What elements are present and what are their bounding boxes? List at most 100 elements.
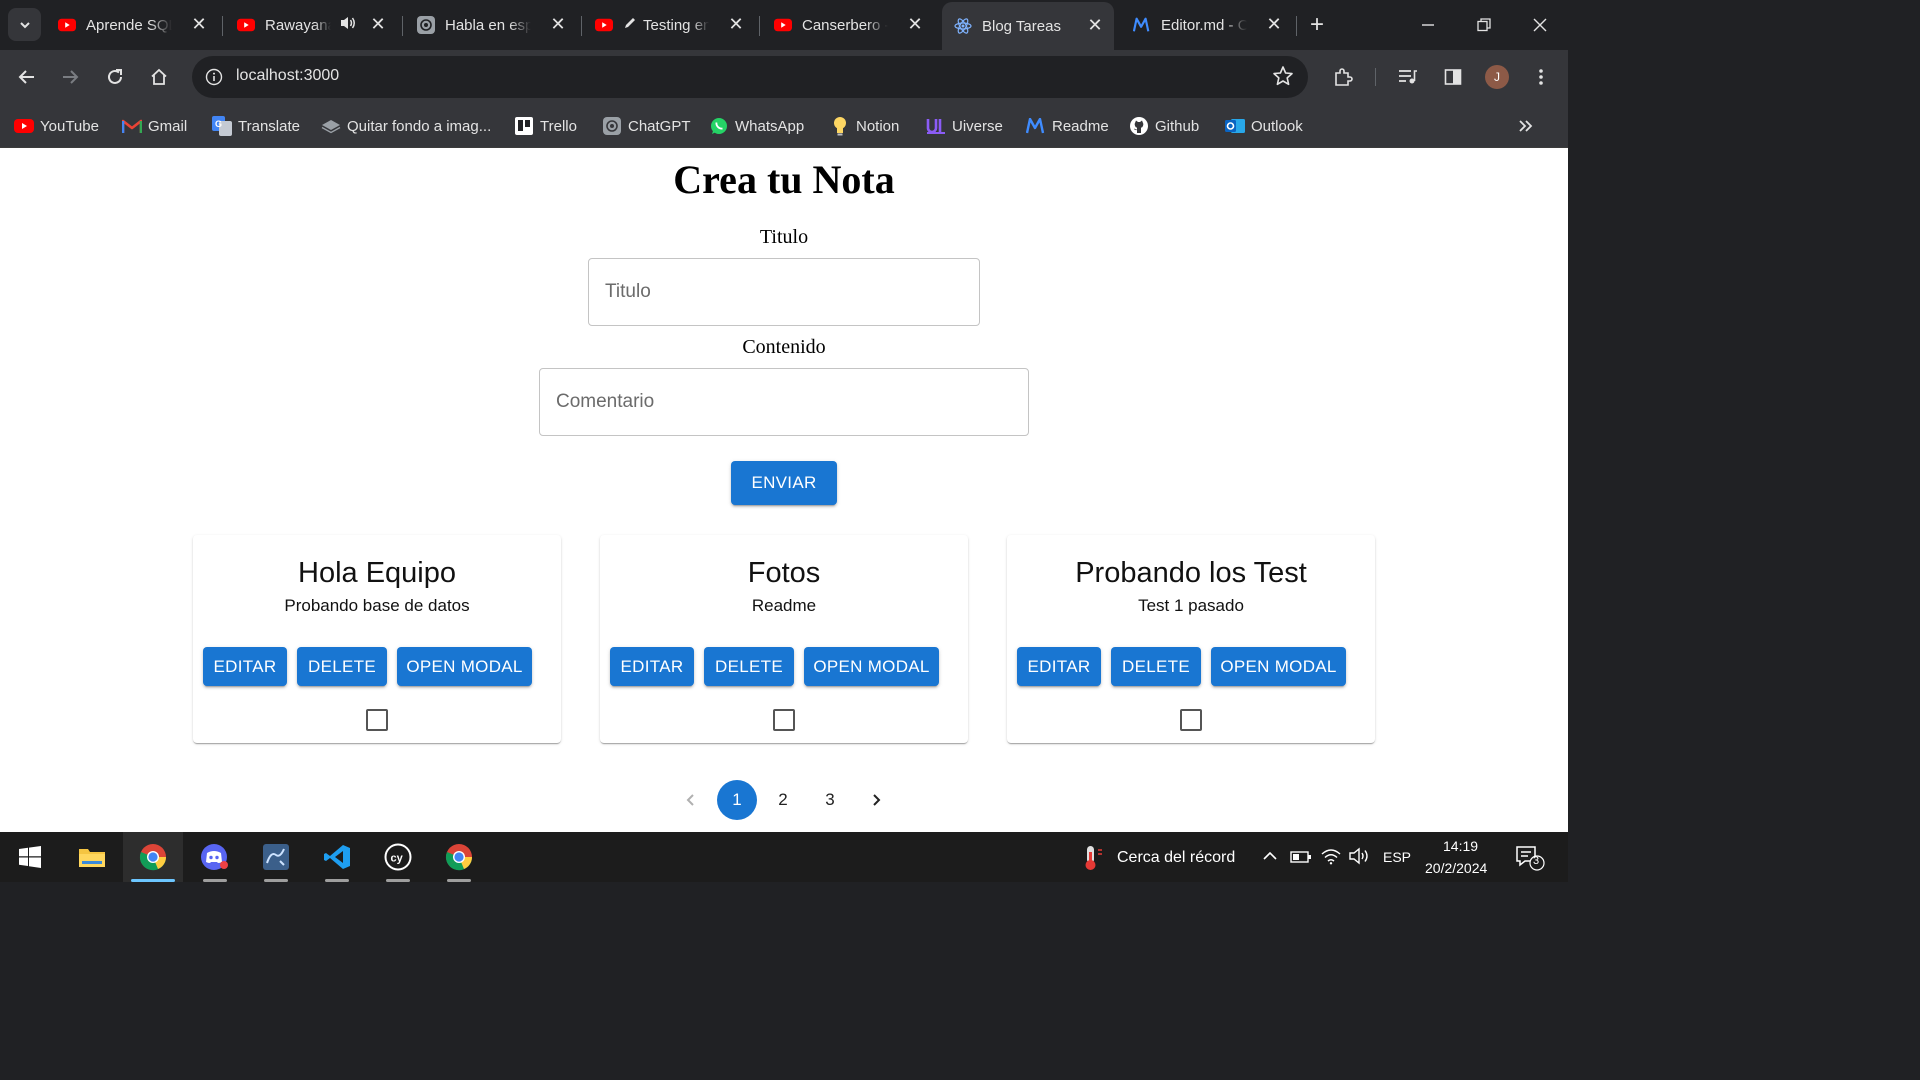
bookmark-gmail[interactable]: Gmail bbox=[122, 113, 187, 139]
bookmark-readme[interactable]: Readme bbox=[1026, 113, 1109, 139]
next-page-button[interactable] bbox=[857, 780, 897, 820]
bookmark-youtube[interactable]: YouTube bbox=[14, 113, 99, 139]
note-checkbox[interactable] bbox=[1180, 709, 1202, 731]
bookmark-github[interactable]: Github bbox=[1129, 113, 1199, 139]
taskbar-discord-button[interactable] bbox=[185, 832, 245, 882]
restore-icon bbox=[1477, 18, 1491, 32]
close-tab-icon[interactable]: ✕ bbox=[549, 15, 567, 34]
taskbar-chrome-button[interactable] bbox=[123, 832, 183, 882]
tab-title: Blog Tareas bbox=[982, 17, 1061, 35]
browser-tab[interactable]: Aprende SQL ✕ bbox=[46, 6, 218, 44]
open-modal-button[interactable]: OPEN MODAL bbox=[804, 647, 939, 686]
chevron-up-icon[interactable] bbox=[1262, 848, 1278, 869]
tab-search-button[interactable] bbox=[8, 8, 41, 41]
minimize-button[interactable] bbox=[1400, 0, 1456, 50]
address-bar[interactable]: localhost:3000 bbox=[192, 56, 1308, 98]
bookmark-whatsapp[interactable]: WhatsApp bbox=[709, 113, 804, 139]
tab-separator bbox=[402, 16, 403, 36]
previous-page-button[interactable] bbox=[670, 780, 710, 820]
speaker-icon[interactable] bbox=[339, 15, 357, 35]
site-info-icon[interactable] bbox=[202, 65, 226, 89]
bookmark-chatgpt[interactable]: ChatGPT bbox=[602, 113, 691, 139]
bookmark-outlook[interactable]: Outlook bbox=[1225, 113, 1303, 139]
edit-button[interactable]: EDITAR bbox=[1017, 647, 1101, 686]
pencil-icon bbox=[623, 16, 637, 34]
bookmark-translate[interactable]: G Translate bbox=[212, 113, 300, 139]
open-modal-button[interactable]: OPEN MODAL bbox=[1211, 647, 1346, 686]
side-panel-button[interactable] bbox=[1436, 60, 1470, 94]
delete-button[interactable]: DELETE bbox=[704, 647, 794, 686]
restore-button[interactable] bbox=[1456, 0, 1512, 50]
more-vert-icon bbox=[1539, 69, 1543, 85]
note-card: Fotos Readme EDITAR DELETE OPEN MODAL bbox=[600, 535, 968, 743]
tab-title: Rawayana bbox=[265, 16, 331, 34]
bookmark-uiverse[interactable]: Uiverse bbox=[926, 113, 1003, 139]
file-explorer-button[interactable] bbox=[62, 832, 122, 882]
browser-tab[interactable]: Editor.md - O ✕ bbox=[1121, 6, 1293, 44]
clock-date[interactable]: 20/2/2024 bbox=[1425, 860, 1487, 876]
more-bookmarks-button[interactable] bbox=[1518, 113, 1534, 139]
thermometer-icon bbox=[1080, 844, 1104, 877]
bookmark-label: WhatsApp bbox=[735, 117, 805, 135]
reload-button[interactable] bbox=[98, 60, 132, 94]
extensions-button[interactable] bbox=[1326, 60, 1360, 94]
taskbar-cypress-button[interactable]: cy bbox=[368, 832, 428, 882]
bookmark-quitar-fondo[interactable]: Quitar fondo a imag... bbox=[321, 113, 491, 139]
delete-button[interactable]: DELETE bbox=[297, 647, 387, 686]
battery-icon[interactable] bbox=[1290, 850, 1312, 869]
notification-center-button[interactable]: 3 bbox=[1515, 845, 1545, 878]
page-button-2[interactable]: 2 bbox=[763, 780, 803, 820]
page-button-3[interactable]: 3 bbox=[810, 780, 850, 820]
taskbar-chrome-button-2[interactable] bbox=[429, 832, 489, 882]
browser-tab-active[interactable]: Blog Tareas ✕ bbox=[942, 2, 1114, 50]
weather-text[interactable]: Cerca del récord bbox=[1117, 849, 1235, 867]
forward-button[interactable] bbox=[53, 60, 87, 94]
close-tab-icon[interactable]: ✕ bbox=[906, 15, 924, 34]
bookmark-notion[interactable]: Notion bbox=[830, 113, 899, 139]
close-tab-icon[interactable]: ✕ bbox=[1086, 16, 1104, 35]
back-button[interactable] bbox=[10, 60, 44, 94]
reload-icon bbox=[108, 69, 122, 84]
tab-title: Aprende SQL bbox=[86, 16, 172, 34]
submit-button[interactable]: ENVIAR bbox=[731, 461, 837, 505]
clock-time[interactable]: 14:19 bbox=[1443, 838, 1478, 854]
note-checkbox[interactable] bbox=[773, 709, 795, 731]
start-button[interactable] bbox=[0, 832, 60, 882]
title-input[interactable] bbox=[588, 258, 980, 326]
profile-avatar[interactable]: J bbox=[1485, 65, 1509, 89]
new-tab-button[interactable]: + bbox=[1290, 0, 1344, 50]
page-button-1[interactable]: 1 bbox=[717, 780, 757, 820]
browser-tab[interactable]: Rawayana ✕ bbox=[225, 6, 397, 44]
outlook-icon bbox=[1225, 116, 1245, 136]
layers-icon bbox=[321, 116, 341, 136]
youtube-icon bbox=[58, 16, 76, 34]
close-window-button[interactable] bbox=[1512, 0, 1568, 50]
close-tab-icon[interactable]: ✕ bbox=[727, 15, 745, 34]
taskbar-mysql-button[interactable] bbox=[246, 832, 306, 882]
browser-tab[interactable]: Testing en ✕ bbox=[583, 6, 755, 44]
close-tab-icon[interactable]: ✕ bbox=[369, 15, 387, 34]
bookmark-star-icon[interactable] bbox=[1272, 65, 1294, 92]
close-tab-icon[interactable]: ✕ bbox=[190, 15, 208, 34]
media-controls-button[interactable] bbox=[1391, 60, 1425, 94]
tab-separator bbox=[581, 16, 582, 36]
volume-icon[interactable] bbox=[1348, 847, 1370, 870]
taskbar-vscode-button[interactable] bbox=[307, 832, 367, 882]
close-tab-icon[interactable]: ✕ bbox=[1265, 15, 1283, 34]
edit-button[interactable]: EDITAR bbox=[610, 647, 694, 686]
delete-button[interactable]: DELETE bbox=[1111, 647, 1201, 686]
language-indicator[interactable]: ESP bbox=[1383, 849, 1411, 865]
browser-tab[interactable]: Habla en espa ✕ bbox=[405, 6, 577, 44]
menu-button[interactable] bbox=[1524, 60, 1558, 94]
readme-icon bbox=[1133, 16, 1151, 34]
browser-tab[interactable]: Canserbero - | ✕ bbox=[762, 6, 934, 44]
translate-icon: G bbox=[212, 116, 232, 136]
content-input[interactable] bbox=[539, 368, 1029, 436]
bookmark-trello[interactable]: Trello bbox=[514, 113, 577, 139]
edit-button[interactable]: EDITAR bbox=[203, 647, 287, 686]
note-checkbox[interactable] bbox=[366, 709, 388, 731]
windows-start-icon bbox=[19, 846, 41, 868]
wifi-icon[interactable] bbox=[1320, 847, 1342, 870]
open-modal-button[interactable]: OPEN MODAL bbox=[397, 647, 532, 686]
home-button[interactable] bbox=[142, 60, 176, 94]
